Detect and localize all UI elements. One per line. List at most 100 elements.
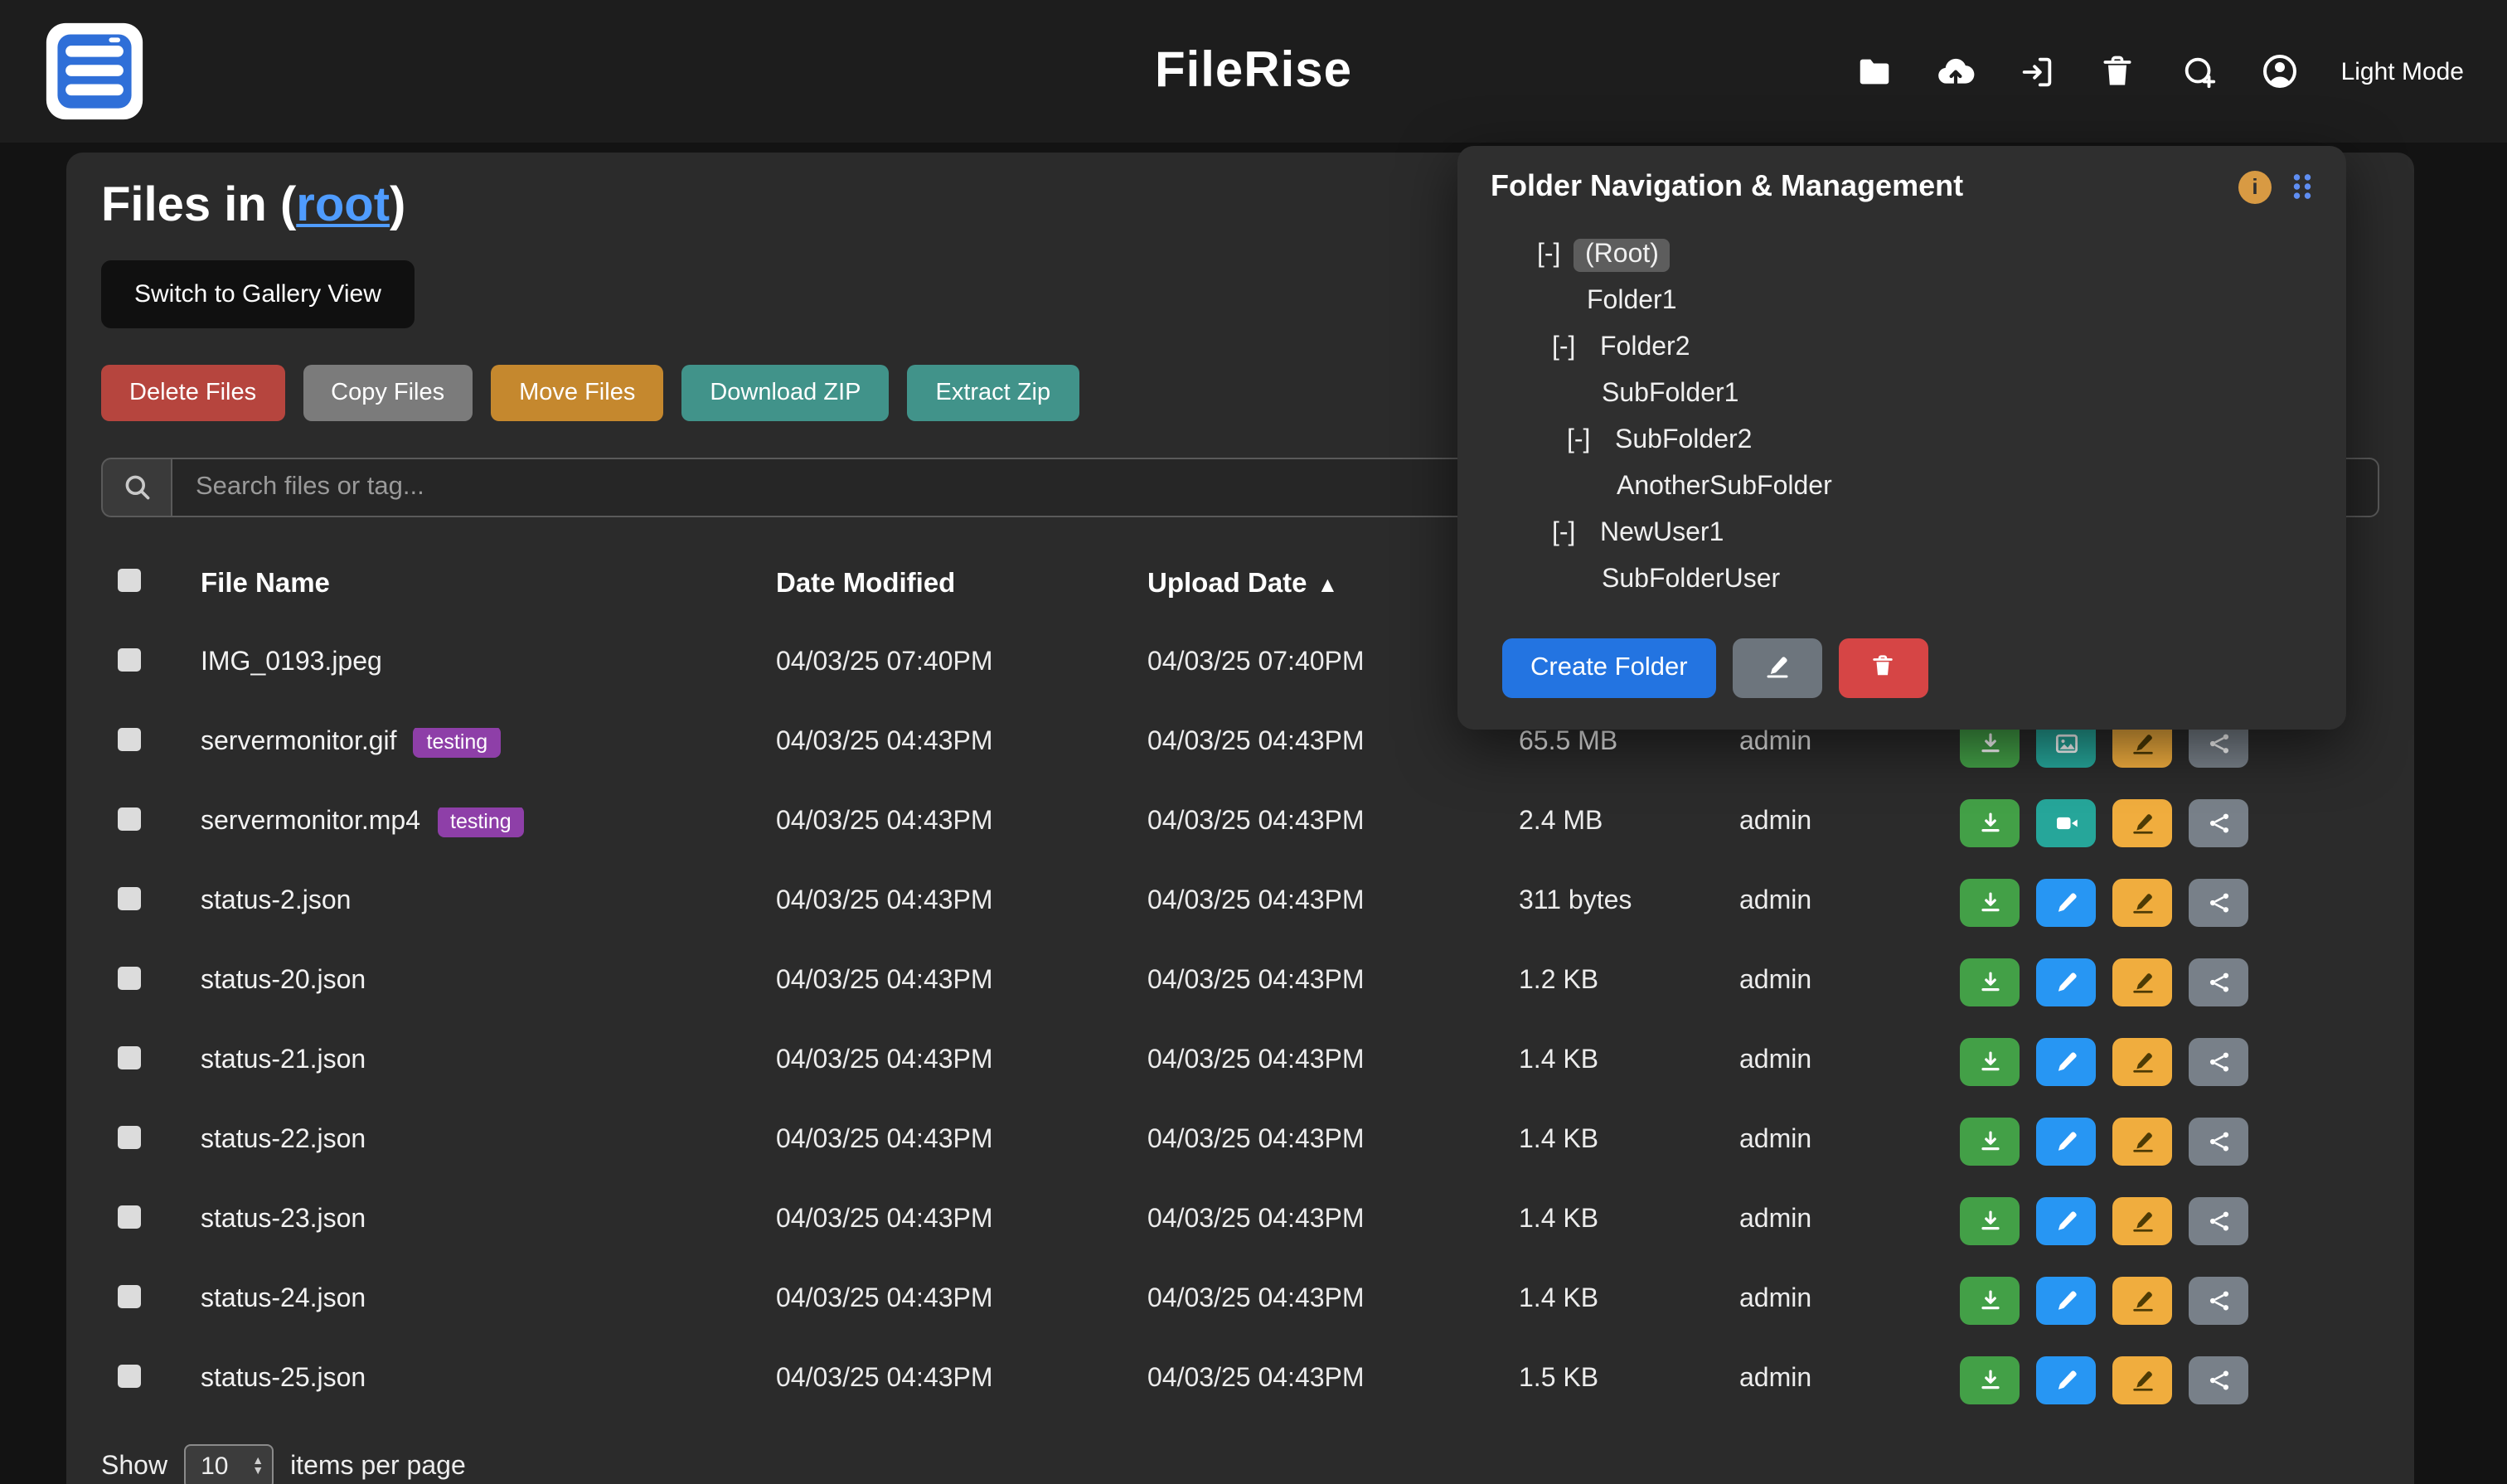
edit-button[interactable] bbox=[2036, 1117, 2096, 1165]
row-checkbox[interactable] bbox=[118, 647, 141, 671]
edit-button[interactable] bbox=[2036, 1355, 2096, 1404]
pencil-icon bbox=[1764, 652, 1791, 684]
video-preview-button[interactable] bbox=[2036, 798, 2096, 846]
cloud-upload-icon[interactable] bbox=[1935, 51, 1976, 92]
info-icon[interactable]: i bbox=[2238, 170, 2272, 203]
rename-button[interactable] bbox=[2112, 958, 2172, 1006]
rename-button[interactable] bbox=[2112, 878, 2172, 926]
tree-item-root[interactable]: [-](Root) bbox=[1491, 232, 2313, 279]
tree-item-label[interactable]: AnotherSubFolder bbox=[1617, 473, 1832, 502]
share-button[interactable] bbox=[2189, 1037, 2248, 1085]
download-button[interactable] bbox=[1960, 798, 2020, 846]
column-header-upload-date[interactable]: Upload Date▲ bbox=[1127, 568, 1499, 599]
tree-item-newuser1[interactable]: [-]NewUser1 bbox=[1491, 511, 2313, 557]
edit-button[interactable] bbox=[2036, 1037, 2096, 1085]
rename-button[interactable] bbox=[2112, 1117, 2172, 1165]
create-folder-button[interactable]: Create Folder bbox=[1502, 638, 1716, 698]
theme-toggle[interactable]: Light Mode bbox=[2341, 57, 2464, 85]
tree-item-folder2[interactable]: [-]Folder2 bbox=[1491, 325, 2313, 371]
delete-files-button[interactable]: Delete Files bbox=[101, 365, 284, 421]
row-checkbox[interactable] bbox=[118, 886, 141, 909]
trash-icon[interactable] bbox=[2097, 51, 2139, 92]
logout-icon[interactable] bbox=[2016, 51, 2058, 92]
tree-item-label[interactable]: SubFolder2 bbox=[1615, 426, 1752, 456]
date-modified-value: 04/03/25 04:43PM bbox=[756, 1126, 1127, 1156]
tree-item-label[interactable]: Folder2 bbox=[1600, 333, 1690, 363]
rename-button[interactable] bbox=[2112, 1276, 2172, 1324]
download-button[interactable] bbox=[1960, 878, 2020, 926]
download-button[interactable] bbox=[1960, 1276, 2020, 1324]
column-header-date-modified[interactable]: Date Modified bbox=[756, 568, 1127, 599]
tree-item-anothersubfolder[interactable]: AnotherSubFolder bbox=[1491, 464, 2313, 511]
user-icon[interactable] bbox=[2260, 51, 2301, 92]
share-button[interactable] bbox=[2189, 958, 2248, 1006]
tree-collapse-toggle[interactable]: [-] bbox=[1567, 426, 1615, 456]
file-size-value: 1.4 KB bbox=[1499, 1046, 1719, 1076]
tree-item-label[interactable]: Folder1 bbox=[1587, 287, 1677, 317]
rename-button[interactable] bbox=[2112, 1355, 2172, 1404]
rename-button[interactable] bbox=[2112, 1037, 2172, 1085]
file-name-label[interactable]: status-22.json bbox=[201, 1126, 366, 1154]
row-checkbox[interactable] bbox=[118, 966, 141, 989]
file-name-label[interactable]: status-2.json bbox=[201, 887, 351, 915]
drag-handle-icon[interactable] bbox=[2291, 172, 2313, 201]
edit-button[interactable] bbox=[2036, 878, 2096, 926]
rename-button[interactable] bbox=[2112, 1196, 2172, 1244]
file-name-label[interactable]: servermonitor.mp4 bbox=[201, 807, 420, 836]
edit-button[interactable] bbox=[2036, 958, 2096, 1006]
move-files-button[interactable]: Move Files bbox=[491, 365, 663, 421]
share-button[interactable] bbox=[2189, 1196, 2248, 1244]
file-name-label[interactable]: status-25.json bbox=[201, 1365, 366, 1393]
download-button[interactable] bbox=[1960, 1196, 2020, 1244]
download-button[interactable] bbox=[1960, 1355, 2020, 1404]
tree-collapse-toggle[interactable]: [-] bbox=[1552, 519, 1600, 549]
row-checkbox[interactable] bbox=[118, 1205, 141, 1228]
column-header-file-name[interactable]: File Name bbox=[181, 568, 756, 599]
tree-item-subfolder1[interactable]: SubFolder1 bbox=[1491, 371, 2313, 418]
row-checkbox[interactable] bbox=[118, 1284, 141, 1307]
row-checkbox[interactable] bbox=[118, 807, 141, 830]
copy-files-button[interactable]: Copy Files bbox=[303, 365, 473, 421]
delete-folder-button[interactable] bbox=[1839, 638, 1928, 698]
row-checkbox[interactable] bbox=[118, 727, 141, 750]
edit-button[interactable] bbox=[2036, 1196, 2096, 1244]
row-checkbox[interactable] bbox=[118, 1125, 141, 1148]
select-all-checkbox[interactable] bbox=[118, 568, 141, 591]
tree-item-label[interactable]: SubFolder1 bbox=[1602, 380, 1738, 410]
tree-item-subfolder2[interactable]: [-]SubFolder2 bbox=[1491, 418, 2313, 464]
tree-collapse-toggle[interactable]: [-] bbox=[1552, 333, 1600, 363]
tree-item-subfolderuser[interactable]: SubFolderUser bbox=[1491, 557, 2313, 604]
share-button[interactable] bbox=[2189, 878, 2248, 926]
items-per-page-select[interactable]: 10 ▲▼ bbox=[184, 1444, 274, 1484]
row-checkbox[interactable] bbox=[118, 1045, 141, 1069]
download-button[interactable] bbox=[1960, 1117, 2020, 1165]
row-checkbox[interactable] bbox=[118, 1364, 141, 1387]
tree-item-folder1[interactable]: Folder1 bbox=[1491, 279, 2313, 325]
share-button[interactable] bbox=[2189, 1117, 2248, 1165]
table-row: status-24.json04/03/25 04:43PM04/03/25 0… bbox=[101, 1260, 2379, 1340]
file-name-label[interactable]: IMG_0193.jpeg bbox=[201, 648, 382, 677]
root-folder-link[interactable]: root bbox=[296, 179, 390, 232]
folder-icon[interactable] bbox=[1854, 51, 1895, 92]
tree-item-label[interactable]: NewUser1 bbox=[1600, 519, 1724, 549]
share-button[interactable] bbox=[2189, 1276, 2248, 1324]
share-button[interactable] bbox=[2189, 798, 2248, 846]
share-button[interactable] bbox=[2189, 1355, 2248, 1404]
rename-button[interactable] bbox=[2112, 798, 2172, 846]
tree-item-label[interactable]: (Root) bbox=[1574, 239, 1671, 272]
download-button[interactable] bbox=[1960, 958, 2020, 1006]
file-name-label[interactable]: status-20.json bbox=[201, 967, 366, 995]
download-button[interactable] bbox=[1960, 1037, 2020, 1085]
extract-zip-button[interactable]: Extract Zip bbox=[908, 365, 1079, 421]
rename-folder-button[interactable] bbox=[1733, 638, 1822, 698]
switch-gallery-view-button[interactable]: Switch to Gallery View bbox=[101, 260, 415, 328]
upload-date-value: 04/03/25 04:43PM bbox=[1127, 1046, 1499, 1076]
file-name-label[interactable]: status-21.json bbox=[201, 1046, 366, 1074]
file-name-label[interactable]: status-24.json bbox=[201, 1285, 366, 1313]
tree-item-label[interactable]: SubFolderUser bbox=[1602, 565, 1780, 595]
edit-button[interactable] bbox=[2036, 1276, 2096, 1324]
download-zip-button[interactable]: Download ZIP bbox=[681, 365, 889, 421]
file-name-label[interactable]: status-23.json bbox=[201, 1205, 366, 1234]
file-name-label[interactable]: servermonitor.gif bbox=[201, 728, 397, 756]
badge-plus-icon[interactable] bbox=[2179, 51, 2220, 92]
